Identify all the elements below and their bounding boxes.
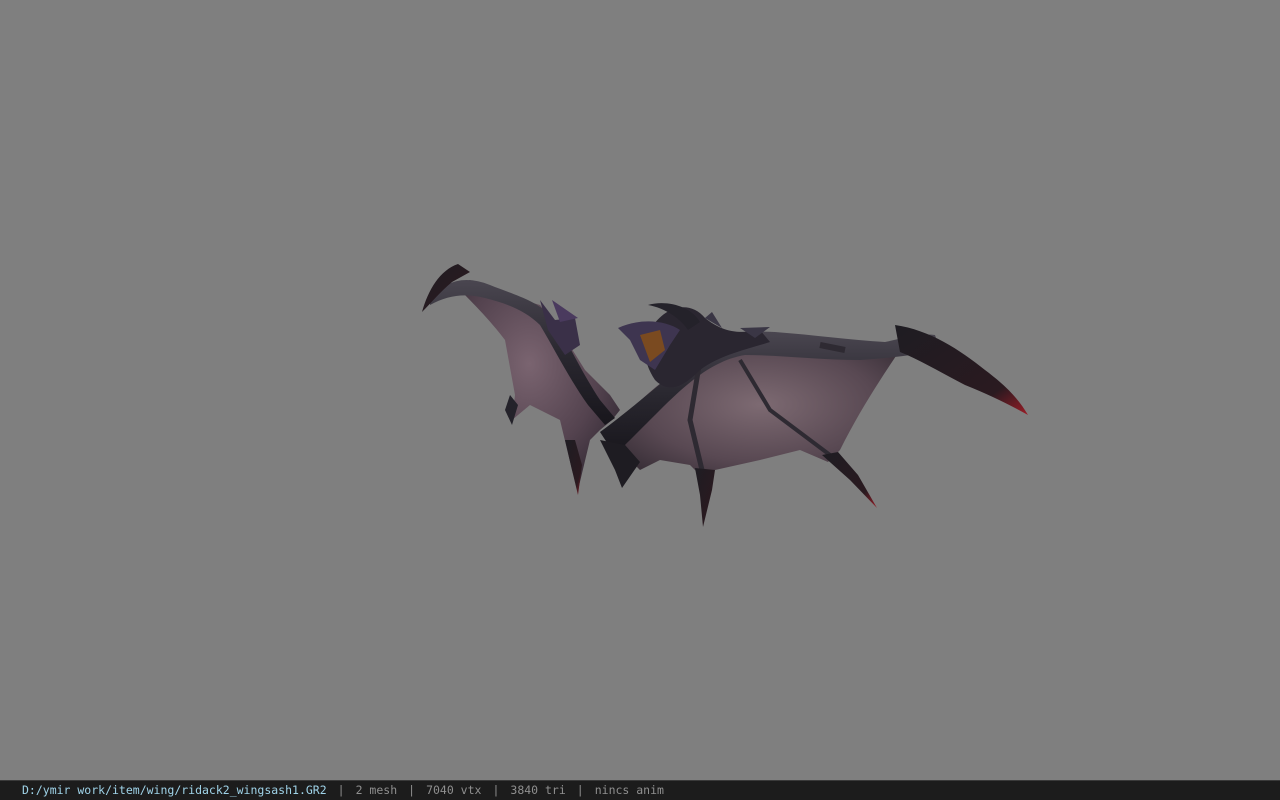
triangle-count: 3840 tri [510,783,566,797]
vertex-count: 7040 vtx [426,783,482,797]
file-path: D:/ymir work/item/wing/ridack2_wingsash1… [22,783,327,797]
separator: | [576,783,584,797]
separator: | [337,783,345,797]
anim-status: nincs anim [594,783,664,797]
right-wing-tip [895,325,1028,415]
status-bar: D:/ymir work/item/wing/ridack2_wingsash1… [0,780,1280,800]
mesh-count: 2 mesh [355,783,398,797]
wing-model [422,264,1028,527]
3d-viewport[interactable] [0,0,1280,780]
separator: | [492,783,500,797]
separator: | [408,783,416,797]
